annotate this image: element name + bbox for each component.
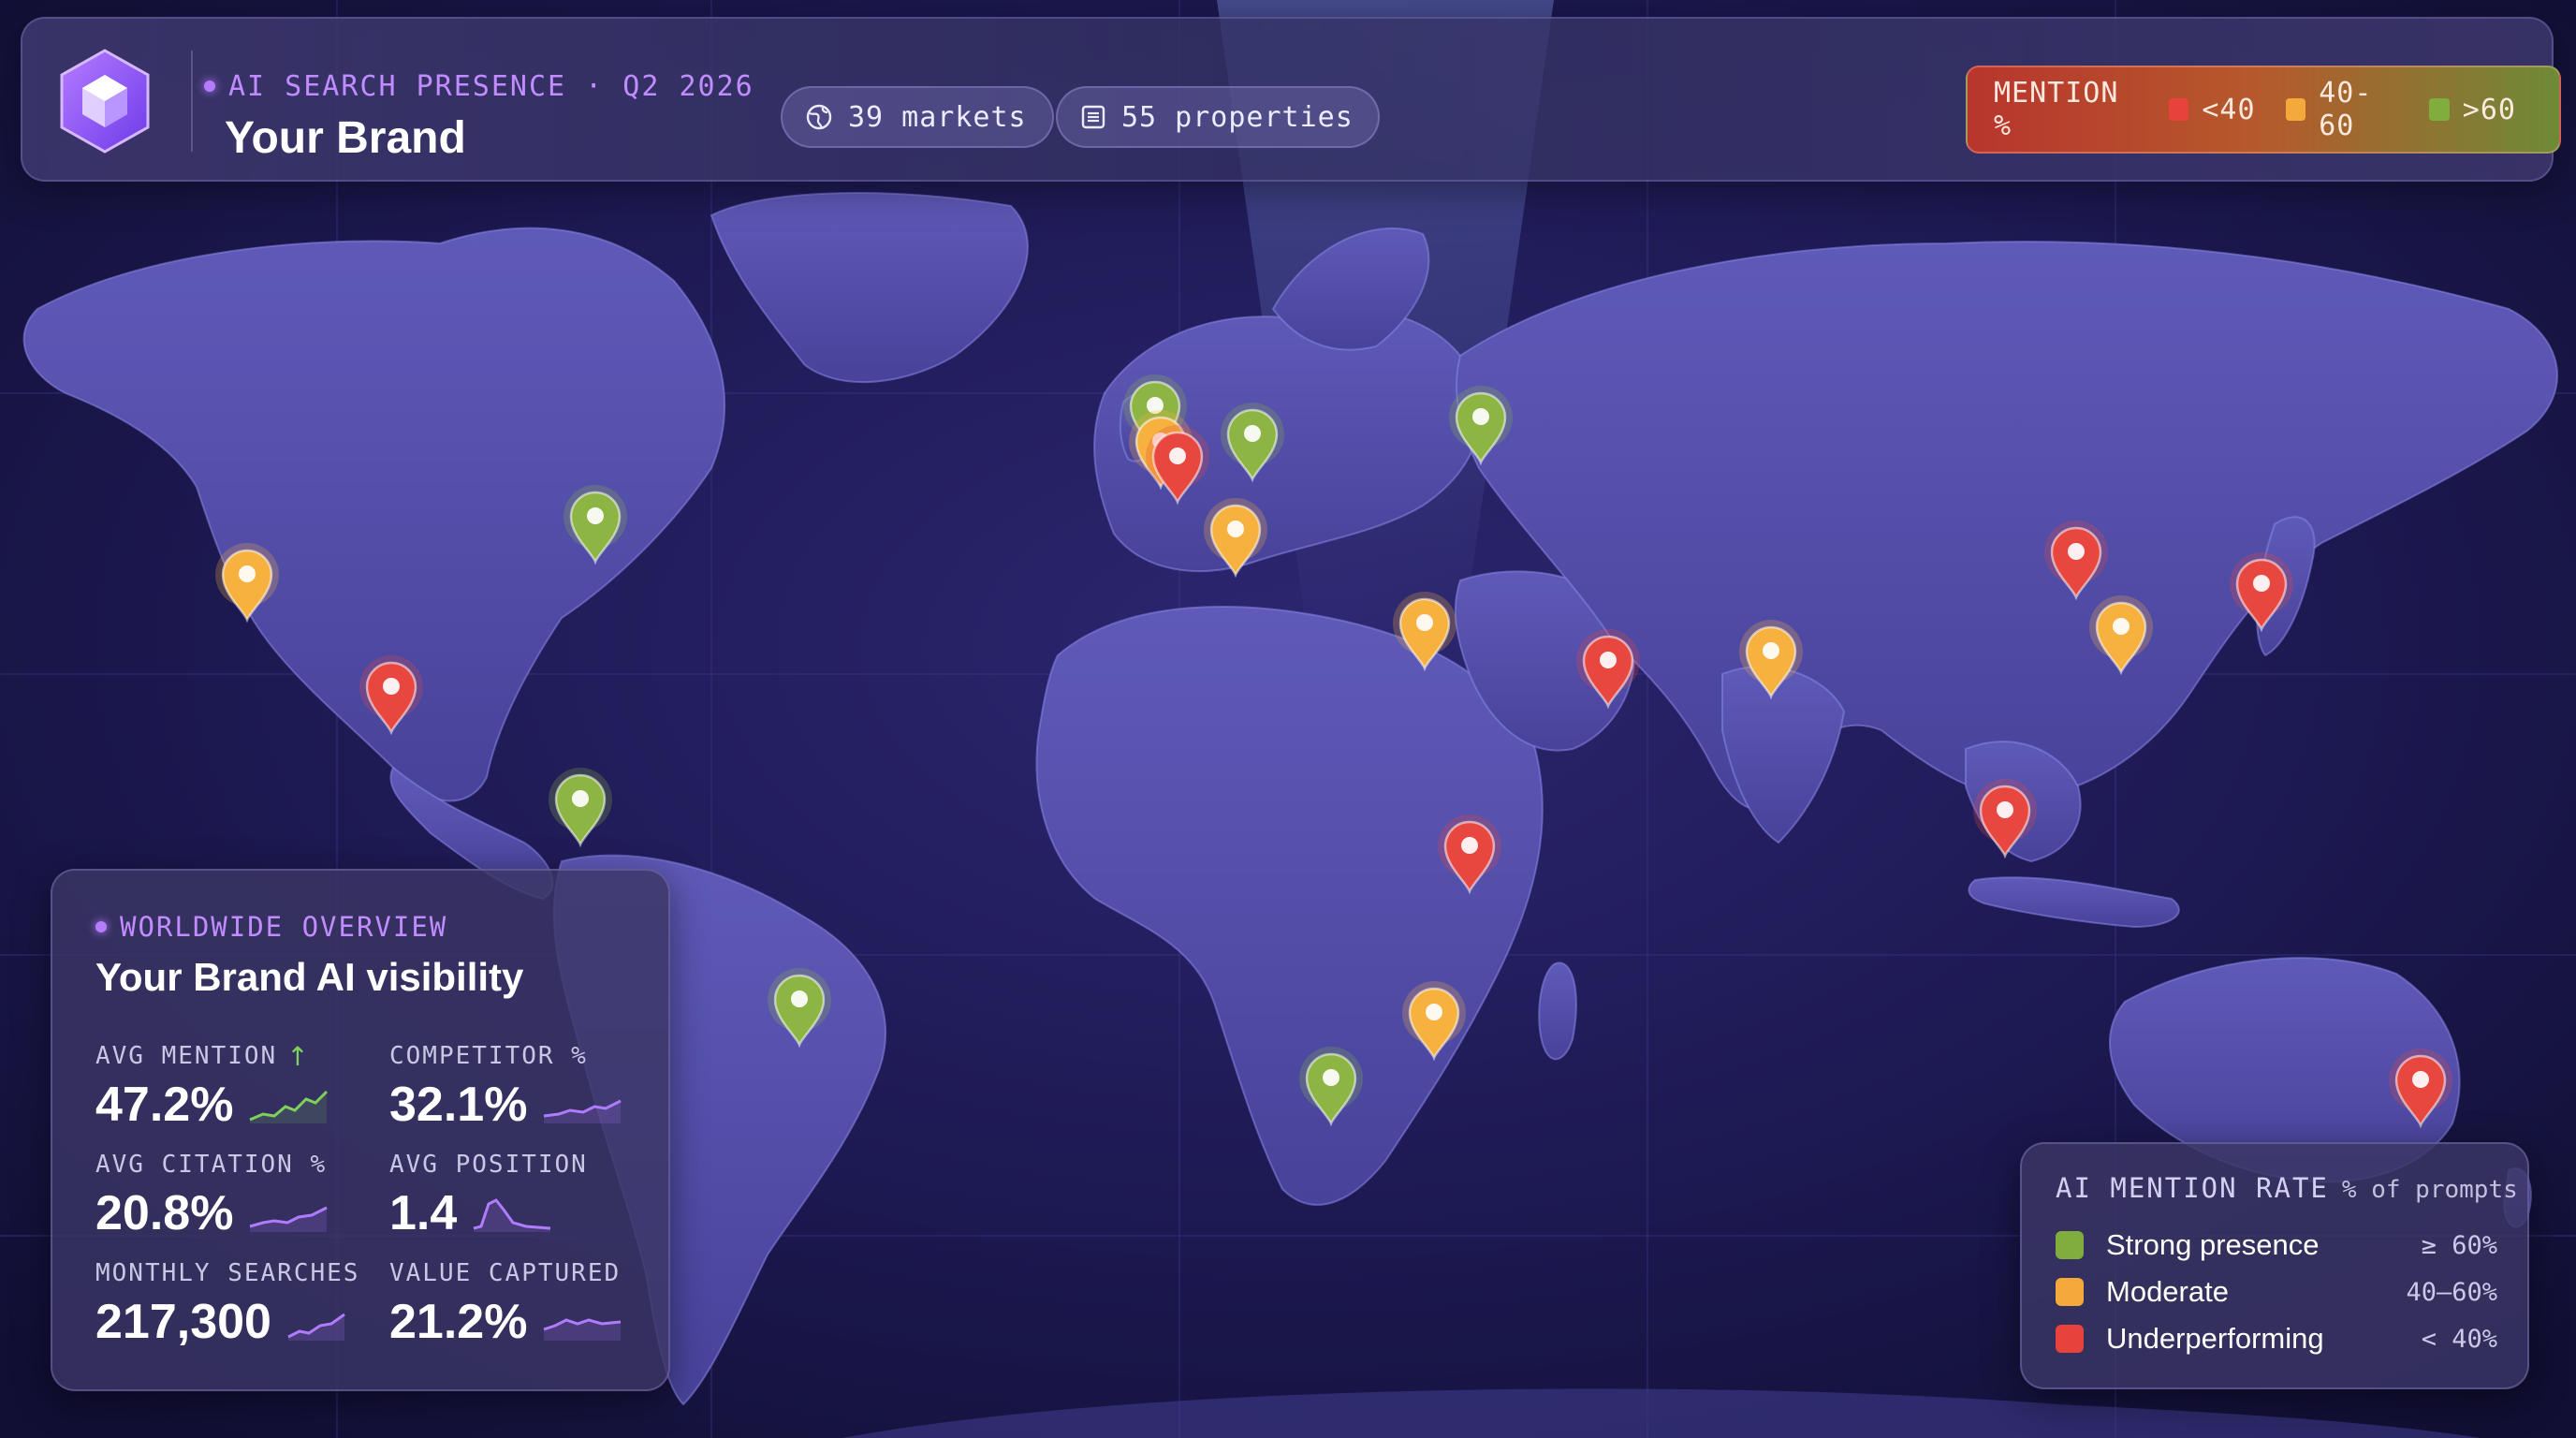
- map-pin-us-east[interactable]: [564, 485, 627, 565]
- metric-value: 20.8%: [95, 1186, 234, 1240]
- map-pin-mozambique[interactable]: [1402, 981, 1466, 1062]
- markets-label: 39 markets: [848, 100, 1027, 134]
- metric-label: AVG POSITION: [389, 1151, 588, 1179]
- map-pin-australia[interactable]: [2389, 1049, 2452, 1129]
- metric-label: AVG CITATION %: [95, 1151, 328, 1179]
- map-pin-egypt[interactable]: [1393, 592, 1456, 672]
- rate-swatch-strong: [2056, 1231, 2084, 1259]
- map-pin-south-africa[interactable]: [1299, 1047, 1363, 1127]
- sparkline-icon: [249, 1090, 329, 1123]
- legend-text-low: <40: [2202, 93, 2256, 126]
- map-pin-colombia[interactable]: [549, 768, 612, 848]
- rate-swatch-under: [2056, 1325, 2084, 1353]
- map-pin-east-africa[interactable]: [1438, 814, 1501, 895]
- map-pin-china-north[interactable]: [2044, 521, 2108, 601]
- metric-avg-position: AVG POSITION 1.4: [389, 1148, 661, 1241]
- metric-label: AVG MENTION: [95, 1042, 278, 1070]
- properties-pill[interactable]: 55 properties: [1056, 86, 1380, 148]
- metric-value: 32.1%: [389, 1078, 528, 1132]
- rate-swatch-moderate: [2056, 1278, 2084, 1306]
- rate-name: Underperforming: [2106, 1322, 2324, 1355]
- mention-legend-label: MENTION %: [1994, 77, 2119, 142]
- map-pin-italy[interactable]: [1204, 498, 1267, 579]
- overview-eyebrow-text: WORLDWIDE OVERVIEW: [120, 911, 448, 943]
- header-divider: [191, 51, 193, 152]
- overview-eyebrow: WORLDWIDE OVERVIEW: [95, 908, 447, 946]
- mention-rate-legend-card: AI MENTION RATE % of prompts Strong pres…: [2020, 1142, 2529, 1389]
- map-pin-brazil[interactable]: [768, 968, 831, 1049]
- map-pin-germany[interactable]: [1221, 403, 1284, 483]
- map-pin-china-east[interactable]: [2089, 595, 2153, 676]
- rate-row-strong: Strong presence ≥ 60%: [2056, 1225, 2497, 1266]
- map-pin-india[interactable]: [1739, 620, 1803, 700]
- metric-value: 217,300: [95, 1295, 271, 1349]
- metric-value-captured: VALUE CAPTURED 21.2%: [389, 1256, 661, 1350]
- map-pin-russia[interactable]: [1449, 386, 1513, 466]
- metric-avg-mention: AVG MENTION ↑ 47.2%: [95, 1039, 367, 1133]
- metric-competitor: COMPETITOR % 32.1%: [389, 1039, 661, 1133]
- map-pin-gulf[interactable]: [1576, 629, 1640, 710]
- legend-swatch-mid: [2285, 98, 2306, 121]
- rate-legend-title: AI MENTION RATE: [2056, 1172, 2329, 1204]
- rate-range: < 40%: [2421, 1324, 2497, 1354]
- metric-monthly-searches: MONTHLY SEARCHES 217,300: [95, 1256, 367, 1350]
- metric-value: 1.4: [389, 1186, 458, 1240]
- sparkline-icon: [287, 1313, 345, 1341]
- trend-up-icon: ↑: [286, 1040, 311, 1072]
- map-pin-singapore[interactable]: [1973, 779, 2037, 859]
- sparkline-icon: [544, 1099, 622, 1123]
- hexagon-cube-icon: [60, 49, 150, 154]
- header-eyebrow-text: AI SEARCH PRESENCE · Q2 2026: [228, 69, 754, 103]
- status-dot: [95, 921, 107, 932]
- top-header-bar: AI SEARCH PRESENCE · Q2 2026 Your Brand …: [21, 17, 2561, 182]
- globe-icon: [806, 104, 832, 130]
- legend-swatch-low: [2168, 98, 2189, 121]
- worldwide-overview-card: WORLDWIDE OVERVIEW Your Brand AI visibil…: [51, 869, 670, 1391]
- metric-label: VALUE CAPTURED: [389, 1259, 622, 1287]
- list-icon: [1081, 105, 1105, 129]
- map-pin-mexico[interactable]: [359, 655, 423, 736]
- metric-avg-citation: AVG CITATION % 20.8%: [95, 1148, 367, 1241]
- rate-legend-subtitle: % of prompts: [2341, 1176, 2518, 1204]
- map-pin-france[interactable]: [1146, 425, 1209, 506]
- properties-label: 55 properties: [1121, 100, 1354, 134]
- rate-row-moderate: Moderate 40–60%: [2056, 1271, 2497, 1313]
- legend-swatch-high: [2429, 98, 2450, 121]
- rate-name: Strong presence: [2106, 1228, 2320, 1261]
- rate-row-under: Underperforming < 40%: [2056, 1318, 2497, 1359]
- map-pin-us-west[interactable]: [215, 543, 279, 624]
- rate-range: 40–60%: [2406, 1277, 2497, 1307]
- sparkline-icon: [473, 1198, 551, 1232]
- markets-pill[interactable]: 39 markets: [781, 86, 1054, 148]
- status-dot: [204, 81, 215, 92]
- rate-range: ≥ 60%: [2421, 1230, 2497, 1260]
- metric-value: 21.2%: [389, 1295, 528, 1349]
- header-eyebrow: AI SEARCH PRESENCE · Q2 2026: [204, 67, 754, 105]
- brand-title: Your Brand: [225, 113, 466, 163]
- overview-title: Your Brand AI visibility: [95, 955, 524, 999]
- mention-legend-pill: MENTION % <40 40-60 >60: [1966, 66, 2561, 154]
- map-pin-japan[interactable]: [2230, 552, 2293, 633]
- metric-label: COMPETITOR %: [389, 1042, 588, 1070]
- legend-text-mid: 40-60: [2319, 77, 2373, 142]
- sparkline-icon: [250, 1206, 329, 1232]
- legend-text-high: >60: [2462, 93, 2516, 126]
- rate-name: Moderate: [2106, 1275, 2229, 1308]
- metric-label: MONTHLY SEARCHES: [95, 1259, 360, 1287]
- metric-value: 47.2%: [95, 1078, 234, 1132]
- sparkline-icon: [543, 1318, 622, 1341]
